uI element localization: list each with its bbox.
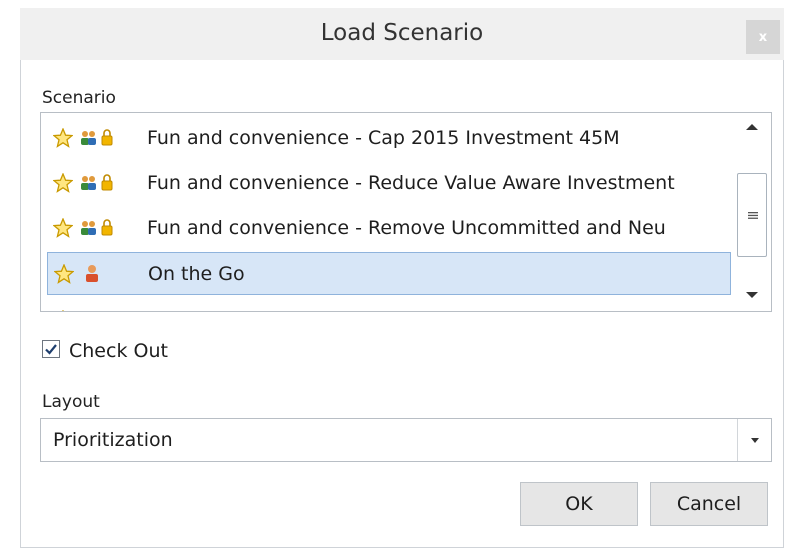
lock-icon — [101, 310, 113, 312]
group-icon — [81, 131, 96, 145]
scroll-thumb[interactable] — [737, 173, 767, 257]
lock-icon — [101, 219, 113, 236]
layout-label: Layout — [42, 392, 100, 412]
load-scenario-dialog: Load Scenario x Scenario Fun and conveni… — [0, 0, 788, 554]
dialog-title: Load Scenario — [320, 20, 484, 46]
scenario-item-selected[interactable]: On the Go — [47, 252, 731, 295]
person-icon — [86, 265, 98, 282]
cancel-button[interactable]: Cancel — [650, 482, 768, 526]
lock-icon — [101, 129, 113, 146]
close-button[interactable]: x — [746, 20, 780, 54]
star-icon — [62, 310, 64, 311]
checkmark-icon — [45, 344, 57, 355]
layout-select-value: Prioritization — [53, 429, 173, 451]
scroll-up-arrow-icon[interactable] — [743, 121, 761, 133]
ok-button[interactable]: OK — [520, 482, 638, 526]
scenario-label: Scenario — [42, 88, 116, 108]
group-icon — [81, 176, 96, 190]
scenario-item[interactable]: Fun and convenience - Reduce Value Aware… — [47, 162, 731, 205]
scenario-item[interactable]: Fun and convenience - Cap 2015 Investmen… — [47, 117, 731, 160]
scenario-listbox[interactable]: Fun and convenience - Cap 2015 Investmen… — [40, 112, 772, 312]
scenario-item[interactable]: Fun and convenience - Remove Uncommitted… — [47, 207, 731, 250]
row-icons — [53, 173, 141, 193]
vertical-scrollbar[interactable] — [733, 113, 771, 311]
star-icon — [53, 128, 73, 148]
row-icons — [53, 310, 141, 312]
scenario-item-partial[interactable] — [47, 299, 731, 312]
scroll-down-arrow-icon[interactable] — [743, 289, 761, 301]
row-icons — [53, 128, 141, 148]
row-icons — [53, 218, 141, 238]
star-icon — [53, 218, 73, 238]
group-icon — [81, 221, 96, 235]
layout-select[interactable]: Prioritization — [40, 418, 772, 462]
check-out-checkbox[interactable] — [42, 340, 60, 358]
check-out-label[interactable]: Check Out — [69, 340, 168, 362]
chevron-down-icon — [750, 437, 759, 443]
scenario-item-label: Fun and convenience - Remove Uncommitted… — [147, 217, 666, 239]
star-icon — [53, 173, 73, 193]
scenario-item-label: Fun and convenience - Reduce Value Aware… — [147, 172, 675, 194]
title-bar: Load Scenario x — [20, 8, 784, 60]
scenario-item-label: On the Go — [148, 263, 245, 285]
grip-icon — [748, 212, 758, 219]
layout-dropdown-button[interactable] — [737, 419, 771, 461]
lock-icon — [101, 174, 113, 191]
scenario-item-label: Fun and convenience - Cap 2015 Investmen… — [147, 127, 620, 149]
row-icons — [54, 264, 142, 284]
star-icon — [54, 264, 74, 284]
